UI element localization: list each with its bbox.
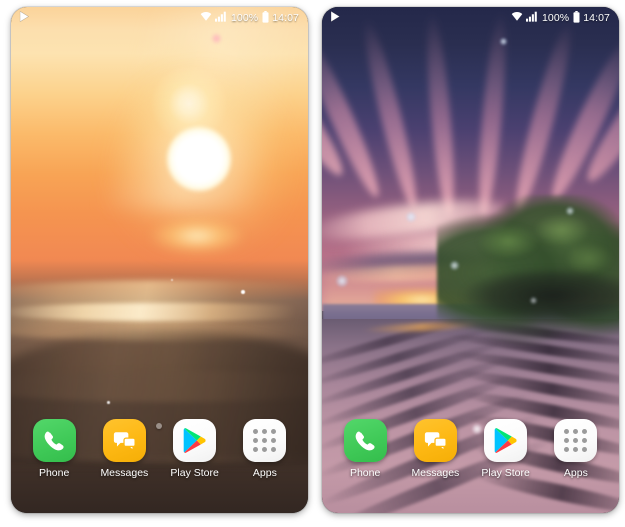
sun-reflection: [151, 219, 243, 253]
play-store-notification-icon: [329, 10, 342, 26]
sun-disc: [167, 127, 231, 191]
speech-bubbles-icon[interactable]: [102, 419, 146, 462]
dock-label: Apps: [563, 467, 588, 479]
dock-right: Phone Messages Play Store Apps: [322, 419, 619, 495]
battery-full-icon: [573, 10, 580, 26]
dock-item-apps[interactable]: Apps: [234, 419, 296, 480]
dock-item-messages[interactable]: Messages: [404, 419, 466, 480]
dock-item-phone[interactable]: Phone: [334, 419, 396, 480]
dock-label: Play Store: [481, 467, 530, 479]
status-bar: 100% 14:07: [11, 7, 308, 29]
dock-item-play-store[interactable]: Play Store: [164, 419, 226, 480]
dock-label: Messages: [411, 467, 460, 479]
clock-label: 14:07: [272, 11, 299, 24]
home-screen-right[interactable]: 100% 14:07 Phone Messages Play Store App…: [322, 7, 619, 513]
phone-handset-icon[interactable]: [32, 419, 76, 462]
dock-item-messages[interactable]: Messages: [93, 419, 155, 480]
play-store-icon[interactable]: [484, 419, 528, 462]
battery-percent-label: 100%: [230, 11, 259, 24]
phone-handset-icon[interactable]: [343, 419, 387, 462]
phone-preview-left: 100% 14:07 Phone Messages Play Store App…: [11, 7, 308, 513]
signal-bars-icon: [215, 11, 227, 25]
play-store-icon[interactable]: [173, 419, 217, 462]
status-bar: 100% 14:07: [322, 7, 619, 29]
apps-grid-icon[interactable]: [554, 419, 598, 462]
battery-full-icon: [262, 10, 269, 26]
dock-label: Apps: [252, 467, 277, 479]
battery-percent-label: 100%: [541, 11, 570, 24]
dock-label: Phone: [38, 467, 70, 479]
screenshot-stage: 100% 14:07 Phone Messages Play Store App…: [0, 0, 625, 527]
home-screen-left[interactable]: 100% 14:07 Phone Messages Play Store App…: [11, 7, 308, 513]
dock-label: Play Store: [170, 467, 219, 479]
clock-label: 14:07: [583, 11, 610, 24]
dock-label: Phone: [349, 467, 381, 479]
wifi-icon: [200, 11, 212, 25]
apps-grid-icon[interactable]: [243, 419, 287, 462]
dock-left: Phone Messages Play Store Apps: [11, 419, 308, 495]
dock-label: Messages: [100, 467, 149, 479]
phone-preview-right: 100% 14:07 Phone Messages Play Store App…: [322, 7, 619, 513]
wifi-icon: [511, 11, 523, 25]
signal-bars-icon: [526, 11, 538, 25]
dock-item-phone[interactable]: Phone: [23, 419, 85, 480]
speech-bubbles-icon[interactable]: [413, 419, 457, 462]
dock-item-apps[interactable]: Apps: [545, 419, 607, 480]
dock-item-play-store[interactable]: Play Store: [475, 419, 537, 480]
play-store-notification-icon: [18, 10, 31, 26]
